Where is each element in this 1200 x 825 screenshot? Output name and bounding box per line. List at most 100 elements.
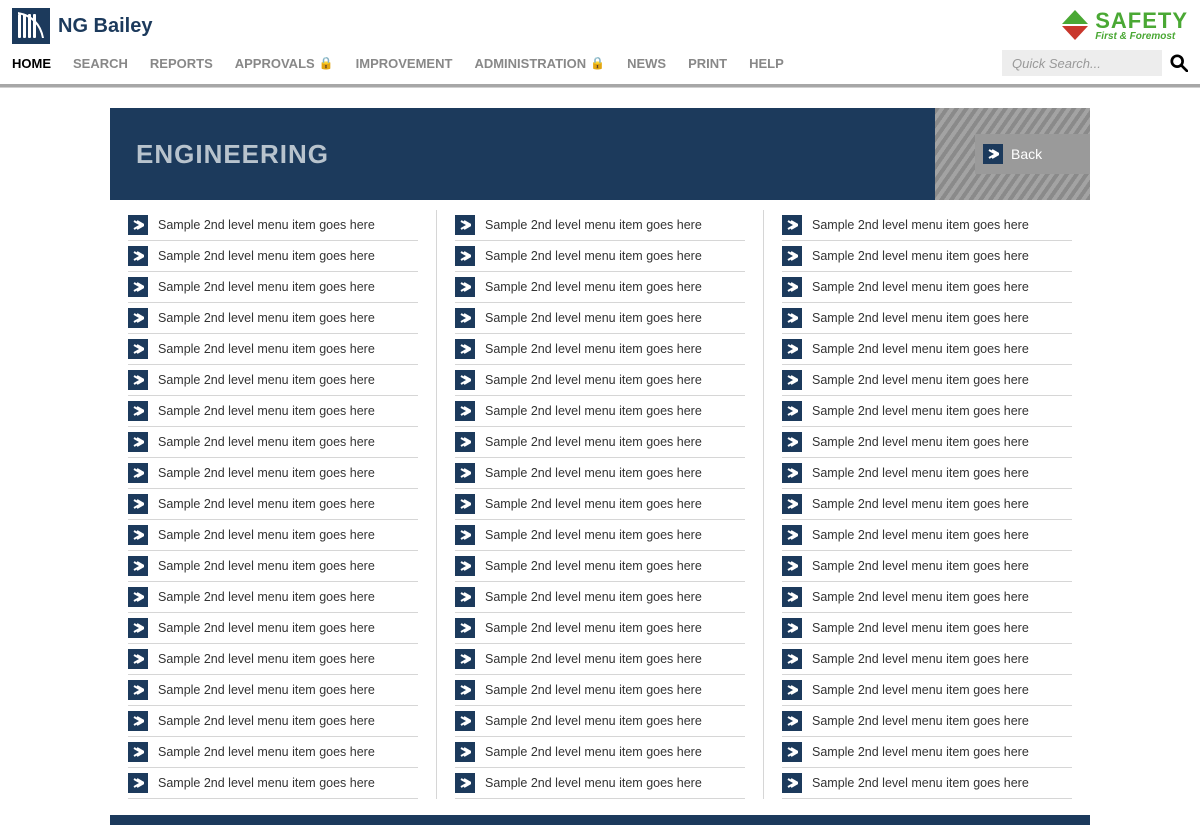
nav-label: PRINT (688, 56, 727, 71)
chevron-right-icon (782, 432, 802, 452)
menu-item[interactable]: Sample 2nd level menu item goes here (128, 706, 418, 737)
menu-item[interactable]: Sample 2nd level menu item goes here (782, 520, 1072, 551)
search-icon (1170, 54, 1188, 72)
chevron-right-icon (782, 742, 802, 762)
menu-item-label: Sample 2nd level menu item goes here (158, 311, 375, 325)
menu-item[interactable]: Sample 2nd level menu item goes here (128, 613, 418, 644)
chevron-right-icon (128, 556, 148, 576)
chevron-right-icon (782, 463, 802, 483)
menu-item[interactable]: Sample 2nd level menu item goes here (455, 644, 745, 675)
menu-item[interactable]: Sample 2nd level menu item goes here (455, 489, 745, 520)
menu-item-label: Sample 2nd level menu item goes here (485, 435, 702, 449)
footer-bar (110, 815, 1090, 825)
menu-item[interactable]: Sample 2nd level menu item goes here (128, 427, 418, 458)
menu-item[interactable]: Sample 2nd level menu item goes here (128, 365, 418, 396)
menu-item[interactable]: Sample 2nd level menu item goes here (782, 613, 1072, 644)
chevron-right-icon (455, 587, 475, 607)
chevron-right-icon (455, 618, 475, 638)
menu-item[interactable]: Sample 2nd level menu item goes here (455, 396, 745, 427)
menu-item[interactable]: Sample 2nd level menu item goes here (455, 613, 745, 644)
menu-item[interactable]: Sample 2nd level menu item goes here (782, 365, 1072, 396)
search-input[interactable] (1002, 50, 1162, 76)
menu-item[interactable]: Sample 2nd level menu item goes here (782, 210, 1072, 241)
menu-item[interactable]: Sample 2nd level menu item goes here (455, 675, 745, 706)
search-button[interactable] (1170, 54, 1188, 72)
chevron-right-icon (455, 742, 475, 762)
menu-item[interactable]: Sample 2nd level menu item goes here (782, 582, 1072, 613)
menu-item[interactable]: Sample 2nd level menu item goes here (455, 272, 745, 303)
main-nav: HOME SEARCH REPORTS APPROVALS🔒 IMPROVEMENT AD… (12, 56, 784, 71)
menu-item[interactable]: Sample 2nd level menu item goes here (782, 768, 1072, 799)
menu-item[interactable]: Sample 2nd level menu item goes here (128, 489, 418, 520)
menu-item-label: Sample 2nd level menu item goes here (812, 435, 1029, 449)
menu-item[interactable]: Sample 2nd level menu item goes here (455, 334, 745, 365)
chevron-right-icon (782, 494, 802, 514)
chevron-right-icon (128, 463, 148, 483)
menu-item[interactable]: Sample 2nd level menu item goes here (455, 365, 745, 396)
menu-item[interactable]: Sample 2nd level menu item goes here (782, 644, 1072, 675)
menu-item-label: Sample 2nd level menu item goes here (485, 776, 702, 790)
chevron-right-icon (782, 246, 802, 266)
nav-search[interactable]: SEARCH (73, 56, 128, 71)
menu-item[interactable]: Sample 2nd level menu item goes here (782, 489, 1072, 520)
nav-news[interactable]: NEWS (627, 56, 666, 71)
nav-help[interactable]: HELP (749, 56, 784, 71)
menu-item[interactable]: Sample 2nd level menu item goes here (455, 427, 745, 458)
menu-item[interactable]: Sample 2nd level menu item goes here (455, 458, 745, 489)
menu-item[interactable]: Sample 2nd level menu item goes here (782, 427, 1072, 458)
back-button[interactable]: Back (935, 108, 1090, 200)
chevron-right-icon (455, 556, 475, 576)
nav-approvals[interactable]: APPROVALS🔒 (235, 56, 334, 71)
chevron-right-icon (455, 215, 475, 235)
menu-item[interactable]: Sample 2nd level menu item goes here (128, 551, 418, 582)
menu-item[interactable]: Sample 2nd level menu item goes here (128, 303, 418, 334)
menu-item[interactable]: Sample 2nd level menu item goes here (128, 768, 418, 799)
menu-item[interactable]: Sample 2nd level menu item goes here (128, 396, 418, 427)
menu-item[interactable]: Sample 2nd level menu item goes here (782, 396, 1072, 427)
nav-print[interactable]: PRINT (688, 56, 727, 71)
menu-item[interactable]: Sample 2nd level menu item goes here (782, 737, 1072, 768)
nav-home[interactable]: HOME (12, 56, 51, 71)
menu-item-label: Sample 2nd level menu item goes here (812, 280, 1029, 294)
menu-item-label: Sample 2nd level menu item goes here (812, 249, 1029, 263)
menu-item[interactable]: Sample 2nd level menu item goes here (455, 551, 745, 582)
menu-item[interactable]: Sample 2nd level menu item goes here (782, 675, 1072, 706)
chevron-right-icon (782, 339, 802, 359)
nav-improvement[interactable]: IMPROVEMENT (356, 56, 453, 71)
menu-column: Sample 2nd level menu item goes hereSamp… (436, 210, 763, 799)
menu-item-label: Sample 2nd level menu item goes here (485, 590, 702, 604)
nav-label: HELP (749, 56, 784, 71)
chevron-right-icon (455, 680, 475, 700)
chevron-right-icon (128, 587, 148, 607)
chevron-right-icon (782, 215, 802, 235)
menu-item[interactable]: Sample 2nd level menu item goes here (782, 551, 1072, 582)
menu-item[interactable]: Sample 2nd level menu item goes here (128, 210, 418, 241)
menu-item[interactable]: Sample 2nd level menu item goes here (455, 737, 745, 768)
menu-item[interactable]: Sample 2nd level menu item goes here (782, 458, 1072, 489)
brand-logo[interactable]: NG Bailey (12, 8, 152, 44)
menu-item-label: Sample 2nd level menu item goes here (158, 404, 375, 418)
menu-item[interactable]: Sample 2nd level menu item goes here (782, 706, 1072, 737)
menu-item[interactable]: Sample 2nd level menu item goes here (782, 241, 1072, 272)
menu-item[interactable]: Sample 2nd level menu item goes here (128, 737, 418, 768)
menu-item[interactable]: Sample 2nd level menu item goes here (455, 706, 745, 737)
menu-item[interactable]: Sample 2nd level menu item goes here (455, 520, 745, 551)
menu-item[interactable]: Sample 2nd level menu item goes here (128, 675, 418, 706)
menu-item[interactable]: Sample 2nd level menu item goes here (128, 582, 418, 613)
menu-item[interactable]: Sample 2nd level menu item goes here (455, 582, 745, 613)
menu-item[interactable]: Sample 2nd level menu item goes here (128, 241, 418, 272)
menu-item[interactable]: Sample 2nd level menu item goes here (782, 272, 1072, 303)
menu-item[interactable]: Sample 2nd level menu item goes here (128, 520, 418, 551)
menu-item[interactable]: Sample 2nd level menu item goes here (128, 458, 418, 489)
menu-item[interactable]: Sample 2nd level menu item goes here (128, 272, 418, 303)
menu-item[interactable]: Sample 2nd level menu item goes here (128, 644, 418, 675)
menu-item[interactable]: Sample 2nd level menu item goes here (455, 768, 745, 799)
menu-item[interactable]: Sample 2nd level menu item goes here (782, 334, 1072, 365)
menu-item[interactable]: Sample 2nd level menu item goes here (455, 210, 745, 241)
menu-item[interactable]: Sample 2nd level menu item goes here (128, 334, 418, 365)
menu-item[interactable]: Sample 2nd level menu item goes here (455, 303, 745, 334)
menu-item[interactable]: Sample 2nd level menu item goes here (782, 303, 1072, 334)
nav-administration[interactable]: ADMINISTRATION🔒 (474, 56, 605, 71)
nav-reports[interactable]: REPORTS (150, 56, 213, 71)
menu-item[interactable]: Sample 2nd level menu item goes here (455, 241, 745, 272)
